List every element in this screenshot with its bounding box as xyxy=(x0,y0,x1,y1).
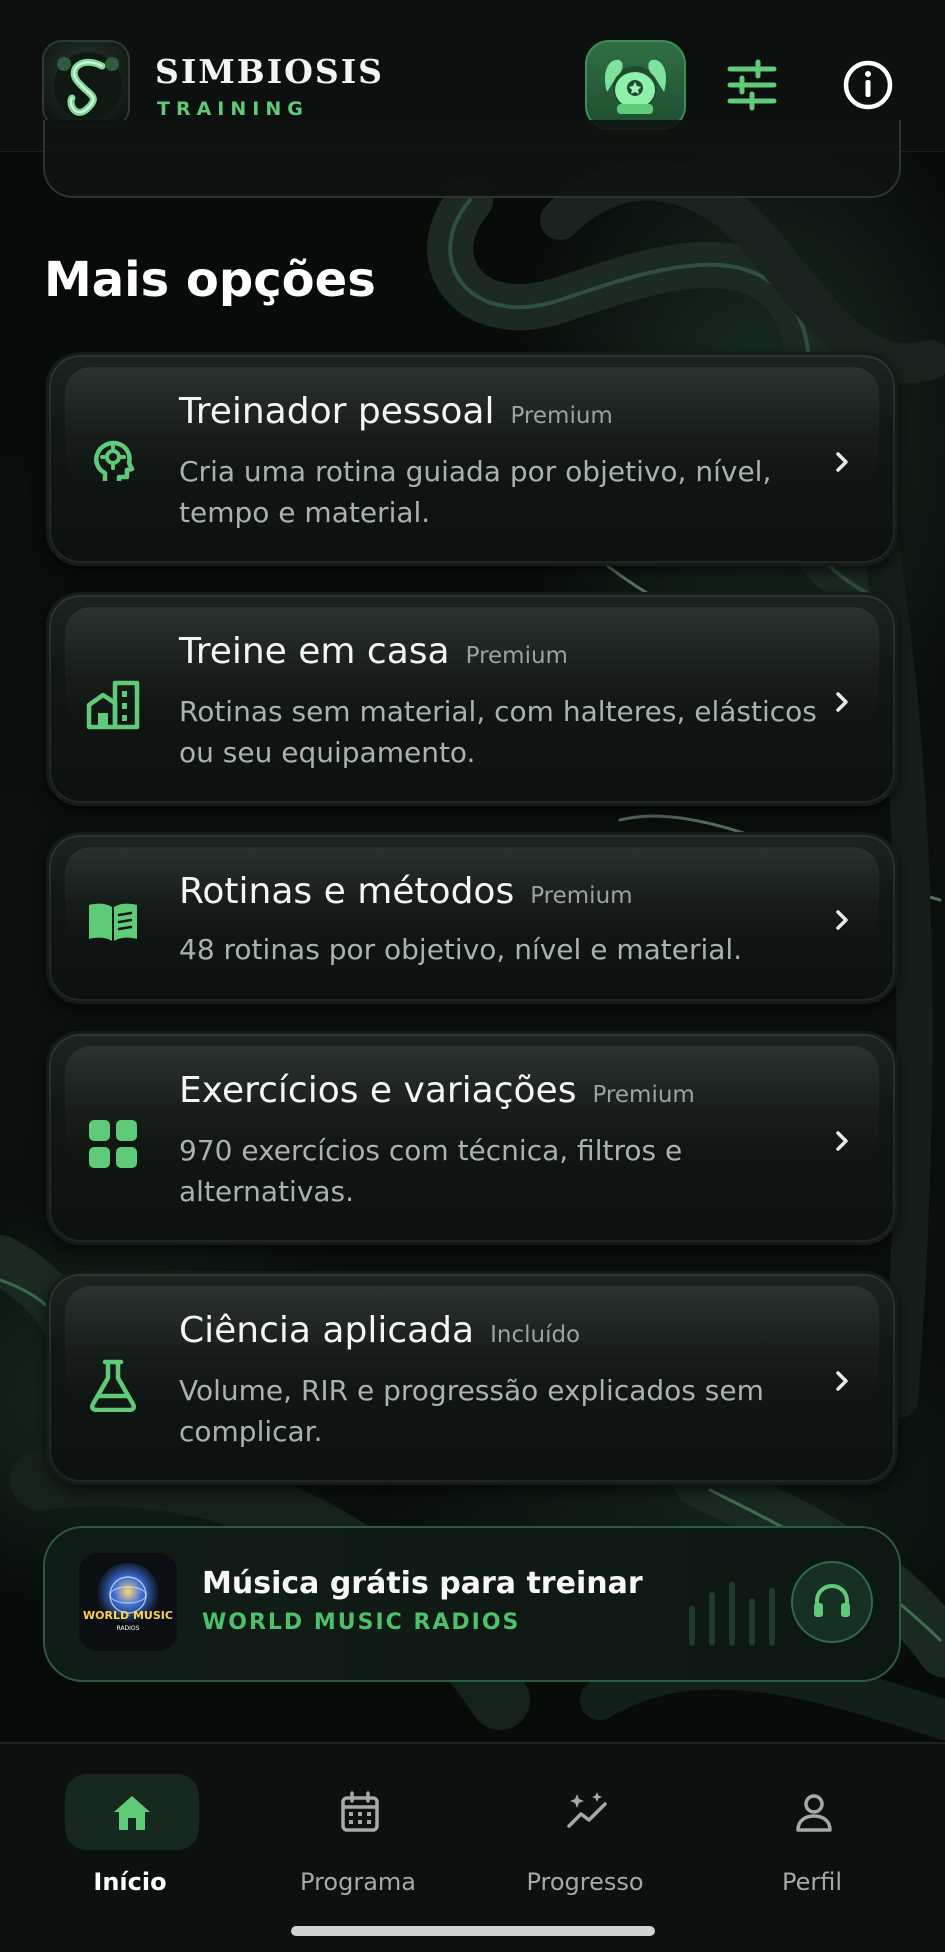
nav-item-programa[interactable]: Programa xyxy=(258,1774,458,1904)
card-title-text: Exercícios e variações xyxy=(179,1070,577,1111)
chevron-right-icon xyxy=(827,687,857,717)
card-description: 48 rotinas por objetivo, nível e materia… xyxy=(179,933,743,966)
logo-subtext: RADIOS xyxy=(117,1625,140,1632)
card-description: Cria uma rotina guiada por objetivo, nív… xyxy=(179,455,772,529)
chevron-right-icon xyxy=(827,1366,857,1396)
home-indicator[interactable] xyxy=(291,1926,655,1936)
card-tag: Premium xyxy=(510,403,613,429)
music-banner[interactable]: WORLD MUSIC RADIOS Música grátis para tr… xyxy=(43,1526,901,1682)
option-card-applied-science[interactable]: Ciência aplicada Incluído Volume, RIR e p… xyxy=(46,1271,898,1485)
home-icon xyxy=(110,1790,154,1834)
nav-label: Progresso xyxy=(526,1868,644,1896)
chevron-right-icon xyxy=(827,905,857,935)
card-title-text: Treinador pessoal xyxy=(179,391,495,432)
brain-gear-icon xyxy=(85,435,141,491)
world-music-radios-logo: WORLD MUSIC RADIOS xyxy=(79,1553,177,1651)
calendar-icon xyxy=(338,1790,382,1834)
card-title: Exercícios e variações Premium xyxy=(179,1070,695,1111)
grid-icon xyxy=(85,1116,141,1172)
section-title: Mais opções xyxy=(44,252,376,308)
card-title: Ciência aplicada Incluído xyxy=(179,1310,580,1351)
brand-subtitle: TRAINING xyxy=(157,98,309,120)
buildings-icon xyxy=(85,675,141,731)
previous-card-bottom xyxy=(43,120,901,198)
nav-item-inicio[interactable]: Início xyxy=(30,1774,230,1904)
person-icon xyxy=(792,1790,836,1834)
chevron-right-icon xyxy=(827,447,857,477)
nav-label: Perfil xyxy=(781,1868,843,1896)
card-title-text: Ciência aplicada xyxy=(179,1310,475,1351)
open-book-icon xyxy=(85,893,141,949)
nav-label: Início xyxy=(93,1868,167,1896)
option-card-routines-methods[interactable]: Rotinas e métodos Premium 48 rotinas por … xyxy=(46,832,898,1004)
nav-item-progresso[interactable]: Progresso xyxy=(485,1774,685,1904)
nav-item-perfil[interactable]: Perfil xyxy=(712,1774,912,1904)
card-tag: Premium xyxy=(592,1082,695,1108)
card-tag: Premium xyxy=(465,643,568,669)
option-card-exercises[interactable]: Exercícios e variações Premium 970 exercí… xyxy=(46,1031,898,1245)
chevron-right-icon xyxy=(827,1126,857,1156)
card-description: Volume, RIR e progressão explicados sem … xyxy=(179,1374,764,1448)
logo-text: WORLD MUSIC xyxy=(83,1609,173,1622)
card-title: Treine em casa Premium xyxy=(179,631,568,672)
card-title-text: Rotinas e métodos xyxy=(179,871,515,912)
headphones-icon[interactable] xyxy=(791,1561,873,1643)
music-subtitle: WORLD MUSIC RADIOS xyxy=(202,1610,521,1635)
sliders-icon[interactable] xyxy=(722,55,782,115)
option-card-personal-trainer[interactable]: Treinador pessoal Premium Cria uma rotina… xyxy=(46,352,898,566)
card-description: 970 exercícios com técnica, filtros e al… xyxy=(179,1134,683,1208)
app-logo-icon[interactable] xyxy=(42,40,130,128)
bottom-navigation: Início Programa Progresso Perfil xyxy=(0,1742,945,1952)
nav-label: Programa xyxy=(300,1868,416,1896)
option-card-train-at-home[interactable]: Treine em casa Premium Rotinas sem materi… xyxy=(46,592,898,806)
sparkle-chart-icon xyxy=(565,1790,609,1834)
flask-icon xyxy=(85,1356,141,1413)
bodybuilder-avatar-icon[interactable] xyxy=(585,40,686,130)
music-title: Música grátis para treinar xyxy=(202,1566,643,1601)
info-icon[interactable] xyxy=(838,55,898,115)
brand-name: SIMBIOSIS xyxy=(155,52,384,91)
equalizer-bars-icon xyxy=(685,1576,785,1646)
card-title: Treinador pessoal Premium xyxy=(179,391,613,432)
card-title: Rotinas e métodos Premium xyxy=(179,871,633,912)
card-tag: Premium xyxy=(530,883,633,909)
card-description: Rotinas sem material, com halteres, elás… xyxy=(179,695,817,769)
card-tag: Incluído xyxy=(490,1322,581,1348)
card-title-text: Treine em casa xyxy=(179,631,450,672)
